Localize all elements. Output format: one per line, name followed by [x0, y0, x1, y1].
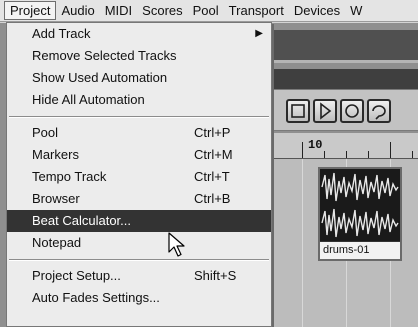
menubar-item-project[interactable]: Project — [4, 1, 57, 20]
menu-item-beat-calculator[interactable]: Beat Calculator... — [7, 210, 271, 232]
menubar-item-audio[interactable]: Audio — [56, 1, 99, 20]
menu-item-add-track[interactable]: Add Track ▶ — [7, 23, 271, 45]
record-icon — [345, 104, 359, 118]
event-display[interactable]: drums-01 — [272, 159, 418, 327]
menu-item-project-setup[interactable]: Project Setup... Shift+S — [7, 265, 271, 287]
menu-item-notepad[interactable]: Notepad — [7, 232, 271, 254]
menu-item-label: Auto Fades Settings... — [32, 290, 160, 305]
menu-item-label: Notepad — [32, 235, 82, 250]
square-icon — [291, 104, 305, 118]
menu-item-auto-fades-settings[interactable]: Auto Fades Settings... — [7, 287, 271, 309]
menubar-item-pool[interactable]: Pool — [188, 1, 224, 20]
submenu-arrow-icon: ▶ — [255, 28, 263, 39]
menu-item-label: Markers — [32, 147, 79, 162]
menu-item-label: Project Setup... — [32, 268, 121, 283]
menu-item-hide-all-automation[interactable]: Hide All Automation — [7, 89, 271, 111]
menu-item-label: Browser — [32, 191, 80, 206]
menu-item-label: Add Track — [32, 26, 91, 41]
menubar-item-w[interactable]: W — [345, 1, 367, 20]
menu-item-tempo-track[interactable]: Tempo Track Ctrl+T — [7, 166, 271, 188]
waveform — [321, 172, 399, 238]
menu-item-label: Show Used Automation — [32, 70, 168, 85]
menu-item-shortcut: Ctrl+P — [194, 125, 231, 140]
menubar-item-scores[interactable]: Scores — [137, 1, 187, 20]
play-icon — [320, 102, 332, 120]
menu-separator — [7, 111, 271, 122]
menu-item-label: Remove Selected Tracks — [32, 48, 177, 63]
menu-item-show-used-automation[interactable]: Show Used Automation — [7, 67, 271, 89]
menu-item-shortcut: Shift+S — [194, 268, 237, 283]
menu-item-browser[interactable]: Browser Ctrl+B — [7, 188, 271, 210]
event-name: drums-01 — [320, 241, 400, 259]
loop-icon — [372, 105, 386, 120]
ruler-bar-number: 10 — [308, 138, 323, 152]
menubar-item-midi[interactable]: MIDI — [100, 1, 137, 20]
menu-item-shortcut: Ctrl+T — [194, 169, 230, 184]
play-button[interactable] — [313, 99, 337, 123]
menubar-item-transport[interactable]: Transport — [224, 1, 289, 20]
menu-bar: Project Audio MIDI Scores Pool Transport Devic… — [0, 0, 418, 22]
menu-item-markers[interactable]: Markers Ctrl+M — [7, 144, 271, 166]
timeline-ruler[interactable]: 10 — [272, 133, 418, 159]
menu-separator — [7, 254, 271, 265]
panel-strip — [272, 69, 418, 89]
menu-item-label: Beat Calculator... — [32, 213, 131, 228]
menu-item-pool[interactable]: Pool Ctrl+P — [7, 122, 271, 144]
audio-event[interactable]: drums-01 — [318, 167, 402, 261]
menu-item-label: Hide All Automation — [32, 92, 145, 107]
menu-item-label: Pool — [32, 125, 59, 140]
menubar-item-devices[interactable]: Devices — [289, 1, 345, 20]
cycle-button[interactable] — [286, 99, 310, 123]
menu-item-shortcut: Ctrl+M — [194, 147, 233, 162]
toolbar-strip — [272, 30, 418, 60]
mouse-cursor-icon — [168, 232, 185, 257]
toolbar-divider — [272, 60, 418, 63]
loop-button[interactable] — [367, 99, 391, 123]
record-button[interactable] — [340, 99, 364, 123]
tool-buttons-bar — [272, 89, 418, 131]
project-menu: Add Track ▶ Remove Selected Tracks Show Use… — [6, 22, 272, 327]
menu-item-shortcut: Ctrl+B — [194, 191, 231, 206]
menu-item-remove-selected-tracks[interactable]: Remove Selected Tracks — [7, 45, 271, 67]
menu-item-label: Tempo Track — [32, 169, 107, 184]
